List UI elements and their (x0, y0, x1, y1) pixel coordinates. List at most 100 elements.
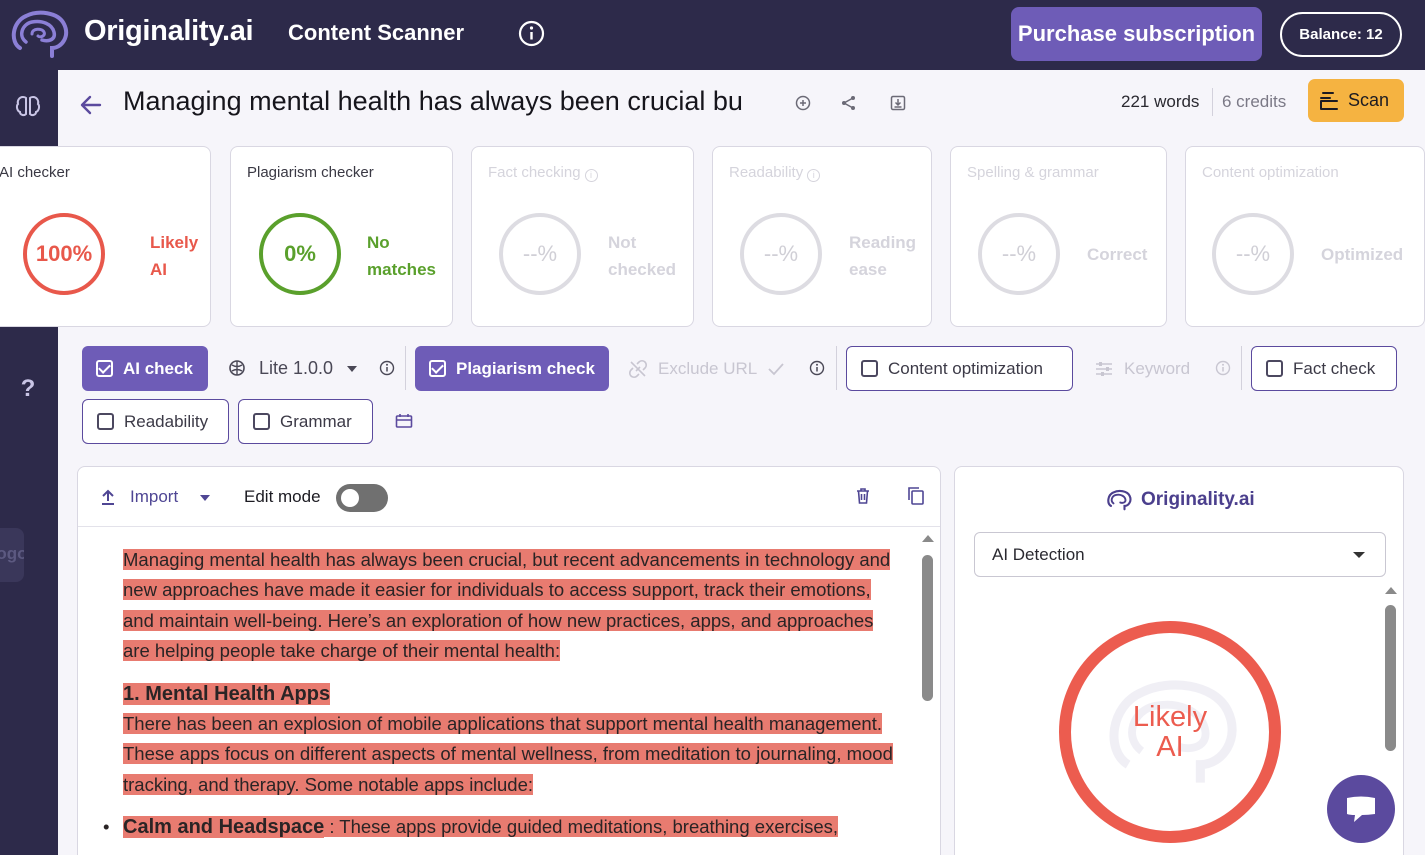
scrollbar-thumb[interactable] (1385, 605, 1396, 751)
divider (405, 346, 406, 390)
fact-score-ring: --% (499, 213, 581, 295)
logout-tab[interactable]: Logout (0, 528, 24, 582)
brain-icon (229, 360, 245, 376)
fact-check-label: Fact check (1293, 358, 1376, 378)
exclude-url-button[interactable]: Exclude URL (614, 346, 804, 391)
document-text[interactable]: Managing mental health has always been c… (103, 545, 903, 843)
info-icon[interactable] (809, 360, 825, 376)
divider (1212, 88, 1213, 116)
calendar-icon[interactable] (395, 413, 413, 429)
checkbox-icon (429, 360, 446, 377)
exclude-url-label: Exclude URL (658, 358, 758, 378)
checkbox-icon (97, 413, 114, 430)
info-icon[interactable] (1215, 360, 1231, 376)
grammar-label: Grammar (280, 411, 352, 431)
brain-logo-icon (1107, 489, 1132, 511)
ai-checker-card[interactable]: AI checker 100% Likely AI (0, 146, 211, 327)
info-icon[interactable] (518, 20, 545, 47)
card-title: Fact checking i (488, 164, 598, 182)
checkbox-icon (253, 413, 270, 430)
keyword-button[interactable]: Keyword (1080, 346, 1205, 391)
back-arrow-icon[interactable] (78, 92, 104, 118)
brain-logo-icon[interactable] (8, 8, 70, 60)
info-icon[interactable] (379, 360, 395, 376)
info-icon: i (584, 169, 598, 182)
model-select[interactable]: Lite 1.0.0 (259, 358, 333, 379)
brain-icon[interactable] (14, 92, 42, 120)
upload-icon[interactable] (99, 488, 117, 506)
scroll-up-icon[interactable] (922, 535, 934, 542)
plagiarism-score-ring: 0% (259, 213, 341, 295)
chat-icon (1347, 796, 1375, 822)
purchase-subscription-button[interactable]: Purchase subscription (1011, 7, 1262, 61)
copy-icon[interactable] (907, 486, 925, 506)
trash-icon[interactable] (855, 487, 871, 505)
ai-check-label: AI check (123, 358, 193, 378)
readability-card[interactable]: Readability i --% Reading ease (712, 146, 932, 327)
readability-toggle[interactable]: Readability (82, 399, 229, 444)
chat-button[interactable] (1327, 775, 1395, 843)
card-title: Content optimization (1202, 164, 1339, 181)
content-optimization-card[interactable]: Content optimization --% Optimized (1185, 146, 1425, 327)
chevron-down-icon[interactable] (347, 366, 357, 372)
plagiarism-verdict: No matches (367, 233, 436, 279)
panel-logo: Originality.ai (1105, 489, 1255, 511)
spelling-score-ring: --% (978, 213, 1060, 295)
keyword-label: Keyword (1124, 358, 1191, 378)
ai-score-ring: 100% (23, 213, 105, 295)
content-optimization-toggle[interactable]: Content optimization (846, 346, 1073, 391)
plagiarism-check-toggle[interactable]: Plagiarism check (415, 346, 609, 391)
spelling-grammar-card[interactable]: Spelling & grammar --% Correct (950, 146, 1167, 327)
fact-checking-card[interactable]: Fact checking i --% Not checked (471, 146, 694, 327)
list-item: • Calm and Headspace : These apps provid… (103, 816, 839, 839)
help-icon[interactable]: ? (14, 374, 42, 402)
document-title[interactable]: Managing mental health has always been c… (123, 86, 773, 117)
sliders-icon (1096, 361, 1112, 376)
ai-check-toggle[interactable]: AI check (82, 346, 208, 391)
scan-label: Scan (1348, 90, 1390, 110)
ai-verdict-ring: Likely AI (1059, 621, 1281, 843)
balance-button[interactable]: Balance: 12 (1280, 12, 1402, 57)
checkbox-icon (1266, 360, 1283, 377)
word-count: 221 words (1121, 92, 1200, 111)
svg-text:?: ? (21, 375, 36, 402)
readability-label: Readability (124, 411, 209, 431)
card-title: Readability i (729, 164, 821, 182)
share-icon[interactable] (840, 94, 858, 112)
readability-score-ring: --% (740, 213, 822, 295)
scrollbar-thumb[interactable] (922, 555, 933, 701)
fact-check-toggle[interactable]: Fact check (1251, 346, 1397, 391)
content-optimization-label: Content optimization (888, 358, 1043, 378)
top-bar: Originality.ai Content Scanner Purchase … (0, 0, 1425, 70)
fact-verdict: Not checked (608, 233, 677, 279)
card-title: Plagiarism checker (247, 164, 374, 181)
checkbox-icon (96, 360, 113, 377)
edit-mode-toggle[interactable] (336, 484, 388, 512)
logout-label: Logout (0, 544, 24, 563)
highlighted-paragraph: Managing mental health has always been c… (123, 549, 891, 662)
highlighted-paragraph: There has been an explosion of mobile ap… (123, 713, 893, 795)
content-verdict: Optimized (1321, 245, 1404, 264)
import-button[interactable]: Import (130, 487, 178, 507)
detection-mode-select[interactable]: AI Detection (974, 532, 1386, 577)
download-icon[interactable] (889, 94, 907, 112)
plagiarism-checker-card[interactable]: Plagiarism checker 0% No matches (230, 146, 453, 327)
add-icon[interactable] (794, 94, 812, 112)
checkbox-icon (861, 360, 878, 377)
chevron-down-icon[interactable] (200, 495, 210, 501)
credit-count: 6 credits (1222, 92, 1287, 111)
card-title: Spelling & grammar (967, 164, 1099, 181)
scroll-up-icon[interactable] (1385, 587, 1397, 594)
grammar-toggle[interactable]: Grammar (238, 399, 373, 444)
section-heading: 1. Mental Health Apps (123, 682, 331, 705)
spelling-verdict: Correct (1087, 245, 1148, 264)
editor-toolbar: Import Edit mode (78, 467, 940, 527)
plagiarism-check-label: Plagiarism check (456, 358, 595, 378)
readability-verdict: Reading ease (849, 233, 917, 279)
logo-text[interactable]: Originality.ai (84, 15, 254, 48)
divider (836, 346, 837, 390)
content-score-ring: --% (1212, 213, 1294, 295)
divider (1241, 346, 1242, 390)
scan-button[interactable]: Scan (1308, 79, 1404, 122)
info-icon: i (807, 169, 821, 182)
